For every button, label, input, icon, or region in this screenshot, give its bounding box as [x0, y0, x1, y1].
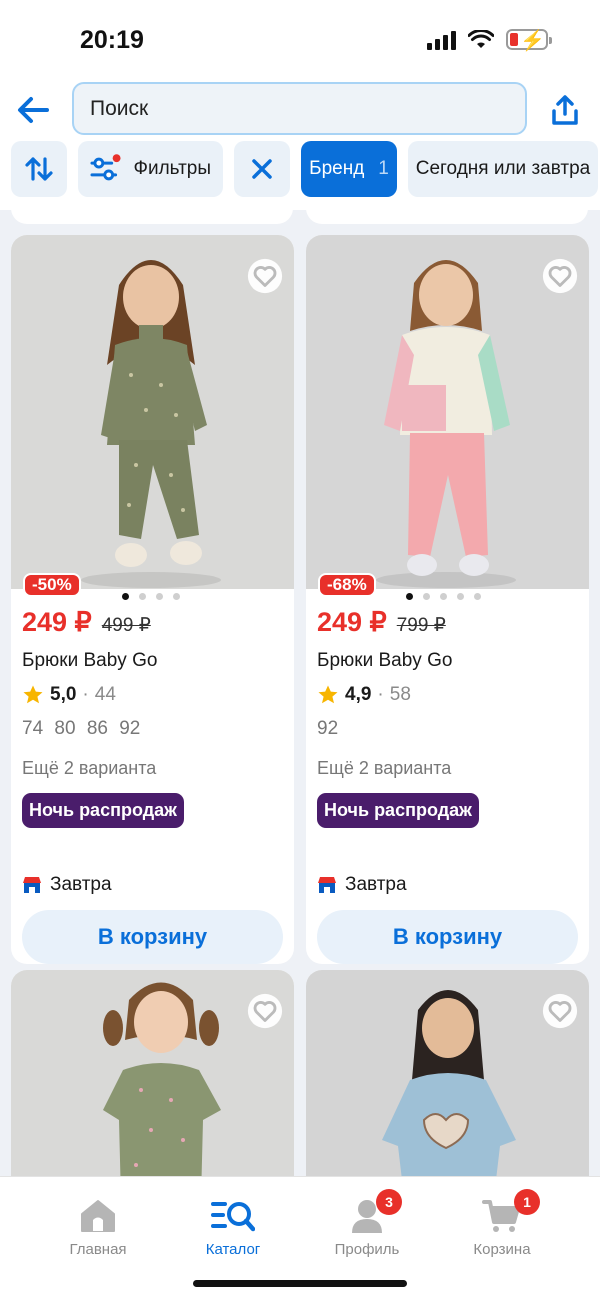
- share-icon: [552, 95, 578, 125]
- product-grid: -50% 249 ₽ 499 ₽ Брюки Baby Go 5,0 · 44 …: [0, 210, 600, 1176]
- status-bar: 20:19 ⚡: [0, 0, 600, 80]
- search-input[interactable]: Поиск: [72, 82, 527, 135]
- variants-link[interactable]: Ещё 2 варианта: [22, 758, 283, 779]
- heart-icon[interactable]: [246, 992, 284, 1030]
- product-photo[interactable]: [306, 970, 589, 1176]
- store-icon: [318, 877, 336, 893]
- product-title: Брюки Baby Go: [22, 650, 158, 671]
- clear-filters-button[interactable]: [234, 141, 290, 197]
- header: Поиск Фильтры Бренд 1 Сегодня или завтра: [0, 80, 600, 210]
- review-count: 58: [389, 684, 411, 705]
- filters-label: Фильтры: [133, 158, 211, 179]
- store-icon: [23, 877, 41, 893]
- tab-label: Профиль: [334, 1241, 400, 1258]
- sizes: 92: [317, 718, 339, 739]
- old-price: 499 ₽: [101, 615, 151, 636]
- add-to-cart-button[interactable]: В корзину: [22, 910, 283, 964]
- filter-chips: Фильтры Бренд 1 Сегодня или завтра: [11, 141, 598, 197]
- delivery-info: Завтра: [22, 874, 283, 896]
- previous-card-bottom: [11, 210, 293, 224]
- brand-filter-chip[interactable]: Бренд 1: [301, 141, 397, 197]
- sort-icon: [25, 157, 53, 181]
- filters-icon: [90, 154, 121, 181]
- back-button[interactable]: [12, 90, 54, 130]
- price: 249 ₽: [317, 607, 387, 637]
- product-photo[interactable]: -68%: [306, 235, 589, 600]
- previous-card-bottom: [306, 210, 588, 224]
- price: 249 ₽: [22, 607, 92, 637]
- tab-profile[interactable]: 3 Профиль: [307, 1189, 427, 1258]
- sizes: 74 80 86 92: [22, 718, 141, 739]
- variants-link[interactable]: Ещё 2 варианта: [317, 758, 578, 779]
- brand-count: 1: [378, 158, 389, 179]
- share-button[interactable]: [548, 90, 582, 130]
- home-icon: [81, 1200, 115, 1232]
- arrow-left-icon: [18, 97, 49, 123]
- brand-label: Бренд: [309, 158, 365, 179]
- tab-cart[interactable]: 1 Корзина: [442, 1189, 562, 1258]
- product-photo[interactable]: [11, 970, 294, 1176]
- delivery-date: Завтра: [50, 874, 112, 895]
- product-card[interactable]: -68% 249 ₽ 799 ₽ Брюки Baby Go 4,9 · 58 …: [306, 235, 589, 964]
- battery-icon: ⚡: [506, 29, 552, 52]
- rating: 4,9 · 58: [317, 684, 578, 706]
- filters-button[interactable]: Фильтры: [78, 141, 223, 197]
- tab-home[interactable]: Главная: [38, 1195, 158, 1258]
- add-to-cart-button[interactable]: В корзину: [317, 910, 578, 964]
- search-placeholder: Поиск: [90, 96, 149, 120]
- product-photo[interactable]: -50%: [11, 235, 294, 600]
- rating: 5,0 · 44: [22, 684, 283, 706]
- tab-catalog[interactable]: Каталог: [173, 1195, 293, 1258]
- clock: 20:19: [80, 26, 144, 54]
- product-card[interactable]: [11, 970, 294, 1176]
- profile-badge: 3: [376, 1189, 402, 1215]
- rating-value: 5,0: [50, 684, 77, 705]
- rating-value: 4,9: [345, 684, 372, 705]
- tab-label: Главная: [69, 1241, 127, 1258]
- home-indicator: [193, 1280, 407, 1287]
- catalog-search-icon: [211, 1202, 255, 1232]
- cart-badge: 1: [514, 1189, 540, 1215]
- delivery-info: Завтра: [317, 874, 578, 896]
- product-card[interactable]: -50% 249 ₽ 499 ₽ Брюки Baby Go 5,0 · 44 …: [11, 235, 294, 964]
- product-title: Брюки Baby Go: [317, 650, 453, 671]
- close-icon: [252, 159, 272, 179]
- sort-button[interactable]: [11, 141, 67, 197]
- star-icon: [23, 685, 43, 704]
- delivery-filter-chip[interactable]: Сегодня или завтра: [408, 141, 598, 197]
- promo-badge: Ночь распродаж: [22, 793, 184, 828]
- wifi-icon: [468, 29, 494, 48]
- old-price: 799 ₽: [396, 615, 446, 636]
- heart-icon[interactable]: [541, 992, 579, 1030]
- signal-icon: [427, 30, 456, 50]
- delivery-filter-label: Сегодня или завтра: [415, 158, 591, 179]
- tab-label: Каталог: [205, 1241, 261, 1258]
- review-count: 44: [94, 684, 116, 705]
- tab-label: Корзина: [473, 1241, 531, 1258]
- heart-icon[interactable]: [541, 257, 579, 295]
- promo-badge: Ночь распродаж: [317, 793, 479, 828]
- heart-icon[interactable]: [246, 257, 284, 295]
- star-icon: [318, 685, 338, 704]
- product-card[interactable]: [306, 970, 589, 1176]
- delivery-date: Завтра: [345, 874, 407, 895]
